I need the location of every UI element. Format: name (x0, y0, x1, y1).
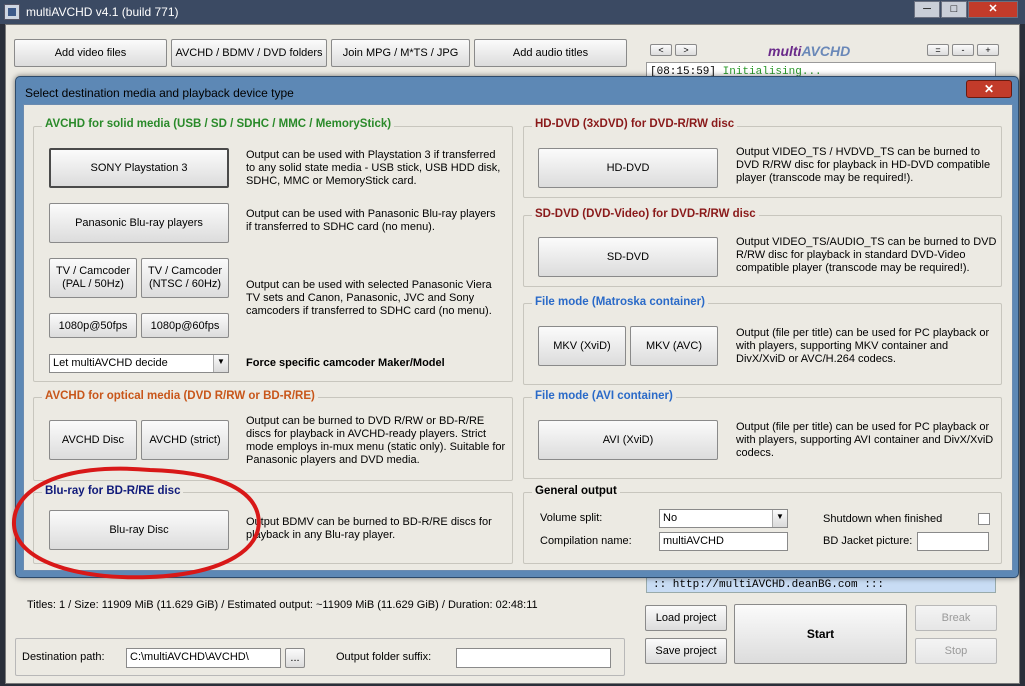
window-close-button[interactable]: ✕ (968, 1, 1018, 18)
camcoder-maker-label: Force specific camcoder Maker/Model (246, 357, 445, 369)
volume-split-select[interactable]: No ▼ (659, 509, 788, 528)
avchd-folders-button[interactable]: AVCHD / BDMV / DVD folders (171, 39, 327, 67)
destination-path-label: Destination path: (22, 651, 105, 663)
minimize-button[interactable]: ─ (914, 1, 940, 18)
optical-media-group-title: AVCHD for optical media (DVD R/RW or BD-… (42, 390, 318, 402)
website-link[interactable]: :: http://multiAVCHD.deanBG.com ::: (646, 577, 996, 593)
log-ctrl-c-button[interactable]: + (977, 44, 999, 56)
panasonic-bluray-button[interactable]: Panasonic Blu-ray players (49, 203, 229, 243)
tv-camcoder-description: Output can be used with selected Panason… (246, 279, 492, 317)
tv-camcoder-pal-button[interactable]: TV / Camcoder (PAL / 50Hz) (49, 258, 137, 298)
1080p60-button[interactable]: 1080p@60fps (141, 313, 229, 338)
general-output-group-title: General output (532, 485, 620, 497)
maximize-button[interactable]: □ (941, 1, 967, 18)
multiavchd-logo: multiAVCHD (768, 43, 851, 59)
bluray-group-title: Blu-ray for BD-R/RE disc (42, 485, 184, 497)
volume-split-label: Volume split: (540, 512, 603, 524)
shutdown-label: Shutdown when finished (823, 513, 943, 525)
log-ctrl-b-button[interactable]: - (952, 44, 974, 56)
hddvd-group-title: HD-DVD (3xDVD) for DVD-R/RW disc (532, 118, 738, 130)
mkv-description: Output (file per title) can be used for … (736, 327, 990, 365)
mkv-group-title: File mode (Matroska container) (532, 296, 708, 308)
compilation-name-label: Compilation name: (540, 535, 632, 547)
app-icon (4, 4, 20, 20)
join-files-button[interactable]: Join MPG / M*TS / JPG (331, 39, 470, 67)
avi-group-title: File mode (AVI container) (532, 390, 676, 402)
compilation-name-input[interactable]: multiAVCHD (659, 532, 788, 551)
camcoder-maker-select[interactable]: Let multiAVCHD decide ▼ (49, 354, 229, 373)
bd-jacket-label: BD Jacket picture: (823, 535, 913, 547)
folder-suffix-input[interactable] (456, 648, 611, 668)
log-ctrl-a-button[interactable]: = (927, 44, 949, 56)
sony-ps3-description: Output can be used with Playstation 3 if… (246, 149, 501, 187)
hddvd-button[interactable]: HD-DVD (538, 148, 718, 188)
panasonic-bluray-description: Output can be used with Panasonic Blu-ra… (246, 208, 496, 233)
sddvd-group-title: SD-DVD (DVD-Video) for DVD-R/RW disc (532, 208, 759, 220)
general-output-group (523, 492, 1002, 564)
mkv-avc-button[interactable]: MKV (AVC) (630, 326, 718, 366)
sddvd-description: Output VIDEO_TS/AUDIO_TS can be burned t… (736, 236, 997, 274)
destination-path-input[interactable]: C:\multiAVCHD\AVCHD\ (126, 648, 281, 668)
log-next-button[interactable]: > (675, 44, 697, 56)
add-video-files-button[interactable]: Add video files (14, 39, 167, 67)
solid-media-group-title: AVCHD for solid media (USB / SD / SDHC /… (42, 118, 395, 130)
stop-button[interactable]: Stop (915, 638, 997, 664)
avchd-disc-button[interactable]: AVCHD Disc (49, 420, 137, 460)
optical-media-description: Output can be burned to DVD R/RW or BD-R… (246, 415, 506, 466)
hddvd-description: Output VIDEO_TS / HVDVD_TS can be burned… (736, 146, 991, 184)
chevron-down-icon[interactable]: ▼ (772, 510, 787, 527)
tv-camcoder-ntsc-button[interactable]: TV / Camcoder (NTSC / 60Hz) (141, 258, 229, 298)
bluray-description: Output BDMV can be burned to BD-R/RE dis… (246, 516, 492, 541)
start-button[interactable]: Start (734, 604, 907, 664)
avi-description: Output (file per title) can be used for … (736, 421, 994, 459)
1080p50-button[interactable]: 1080p@50fps (49, 313, 137, 338)
avchd-strict-button[interactable]: AVCHD (strict) (141, 420, 229, 460)
folder-suffix-label: Output folder suffix: (336, 651, 432, 663)
shutdown-checkbox[interactable] (978, 513, 990, 525)
dialog-close-button[interactable]: ✕ (966, 80, 1012, 98)
chevron-down-icon[interactable]: ▼ (213, 355, 228, 372)
window-title: multiAVCHD v4.1 (build 771) (26, 5, 179, 19)
save-project-button[interactable]: Save project (645, 638, 727, 664)
bluray-disc-button[interactable]: Blu-ray Disc (49, 510, 229, 550)
mkv-xvid-button[interactable]: MKV (XviD) (538, 326, 626, 366)
load-project-button[interactable]: Load project (645, 605, 727, 631)
avi-xvid-button[interactable]: AVI (XviD) (538, 420, 718, 460)
log-prev-button[interactable]: < (650, 44, 672, 56)
add-audio-titles-button[interactable]: Add audio titles (474, 39, 627, 67)
bd-jacket-input[interactable] (917, 532, 989, 551)
browse-destination-button[interactable]: ... (285, 648, 305, 668)
sony-ps3-button[interactable]: SONY Playstation 3 (49, 148, 229, 188)
project-stats: Titles: 1 / Size: 11909 MiB (11.629 GiB)… (27, 599, 538, 611)
break-button[interactable]: Break (915, 605, 997, 631)
sddvd-button[interactable]: SD-DVD (538, 237, 718, 277)
dialog-title: Select destination media and playback de… (25, 86, 294, 100)
